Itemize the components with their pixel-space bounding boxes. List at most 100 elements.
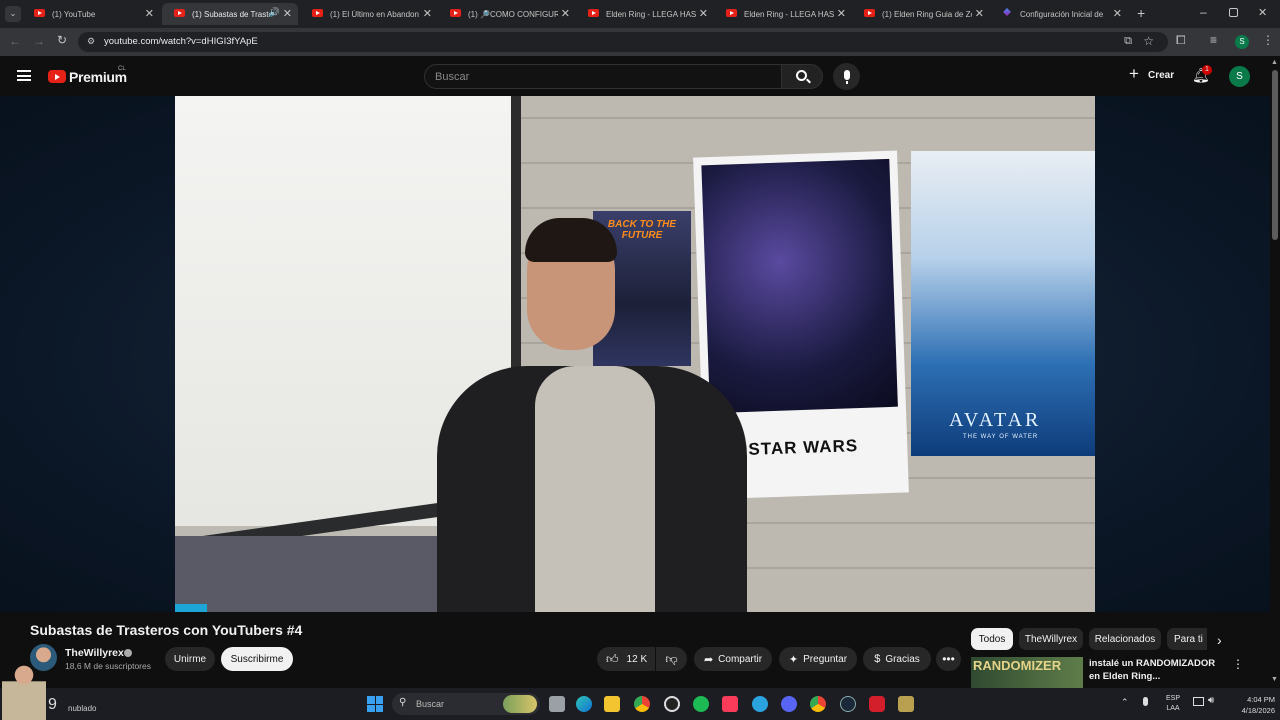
audio-playing-icon[interactable]: 🔊 <box>269 7 280 18</box>
bookmark-star-icon[interactable]: ☆ <box>1143 34 1154 48</box>
site-info-icon[interactable]: ⚙ <box>87 36 95 47</box>
profile-avatar[interactable]: S <box>1235 35 1249 49</box>
task-view-icon[interactable] <box>549 696 565 712</box>
youtube-favicon-icon <box>864 9 875 17</box>
spotify-icon[interactable] <box>693 696 709 712</box>
plus-icon: + <box>1129 64 1139 83</box>
discord-icon[interactable] <box>781 696 797 712</box>
chip-channel[interactable]: TheWillyrex <box>1019 628 1083 650</box>
browser-menu-icon[interactable]: ⋮ <box>1262 33 1274 47</box>
chevron-right-icon[interactable]: › <box>1217 632 1222 648</box>
edge-icon[interactable] <box>576 696 592 712</box>
chip-label: TheWillyrex <box>1024 633 1078 645</box>
chrome-profile-icon[interactable] <box>810 696 826 712</box>
chatgpt-icon[interactable] <box>664 696 680 712</box>
share-button[interactable]: ➦ Compartir <box>694 647 772 671</box>
ask-button[interactable]: ✦ Preguntar <box>779 647 857 671</box>
install-app-icon[interactable]: ⧉ <box>1124 35 1132 48</box>
game-launcher-icon[interactable] <box>898 696 914 712</box>
create-button[interactable]: + Crear <box>1124 64 1176 86</box>
youtube-favicon-icon <box>312 9 323 17</box>
weather-text: nublado <box>68 704 97 713</box>
steam-icon[interactable] <box>840 696 856 712</box>
poster-avatar-title: AVATAR <box>949 409 1042 431</box>
start-button[interactable] <box>367 696 383 712</box>
tab-close-icon[interactable]: ✕ <box>1113 7 1122 20</box>
tab-close-icon[interactable]: ✕ <box>283 7 292 20</box>
tray-overflow-icon[interactable]: ⌃ <box>1121 697 1129 708</box>
tab-search-icon[interactable]: ⌄ <box>5 6 21 22</box>
telegram-icon[interactable] <box>752 696 768 712</box>
clock[interactable]: 4:04 PM 4/18/2026 <box>1225 694 1275 716</box>
tab-close-icon[interactable]: ✕ <box>423 7 432 20</box>
poster-avatar: AVATAR THE WAY OF WATER <box>911 151 1095 456</box>
browser-tab[interactable]: (1) Elden Ring Guia de Zo ✕ <box>852 3 990 25</box>
music-icon[interactable] <box>722 696 738 712</box>
dislike-button[interactable]: 👎︎ <box>656 647 687 671</box>
weather-widget[interactable]: 9 nublado <box>0 660 110 720</box>
tab-close-icon[interactable]: ✕ <box>837 7 846 20</box>
address-bar[interactable]: ⚙ youtube.com/watch?v=dHIGI3fYApE ⧉ ☆ <box>78 32 1168 52</box>
chip-for-you[interactable]: Para ti <box>1167 628 1207 650</box>
notifications-button[interactable]: 🔔︎ 1 <box>1192 65 1212 87</box>
browser-tab[interactable]: Elden Ring - LLEGA HAST ✕ <box>714 3 852 25</box>
reload-icon[interactable]: ↻ <box>57 33 67 47</box>
window-close-icon[interactable]: ✕ <box>1258 6 1267 19</box>
media-controls-icon[interactable]: ≡ <box>1210 33 1217 47</box>
browser-tab[interactable]: Configuración Inicial de ✕ <box>990 3 1128 25</box>
browser-tab-active[interactable]: (1) Subastas de Traste 🔊 ✕ <box>162 3 298 25</box>
browser-tab[interactable]: Elden Ring - LLEGA HAST ✕ <box>576 3 714 25</box>
notification-badge: 1 <box>1202 65 1212 75</box>
file-explorer-icon[interactable] <box>604 696 620 712</box>
channel-name[interactable]: TheWillyrex <box>65 647 124 659</box>
search-button[interactable] <box>781 64 823 89</box>
thanks-button[interactable]: $ Gracias <box>863 647 931 671</box>
page-scrollbar[interactable]: ▲ ▼ <box>1270 56 1280 688</box>
tray-mic-icon[interactable] <box>1143 697 1148 706</box>
network-icon[interactable] <box>1193 697 1204 706</box>
recommendation-thumbnail[interactable]: RANDOMIZER <box>971 657 1083 688</box>
volume-icon[interactable]: 🔊︎ <box>1208 695 1214 706</box>
region-code: CL <box>118 66 126 72</box>
chip-related[interactable]: Relacionados <box>1089 628 1161 650</box>
app-red-icon[interactable] <box>869 696 885 712</box>
more-horizontal-icon: ••• <box>942 652 955 666</box>
scrollbar-thumb[interactable] <box>1272 70 1278 240</box>
rec-more-icon[interactable]: ⋮ <box>1232 657 1244 671</box>
url-text: youtube.com/watch?v=dHIGI3fYApE <box>104 36 258 47</box>
voice-search-button[interactable] <box>833 63 860 90</box>
back-icon[interactable]: ← <box>9 34 21 48</box>
browser-tab[interactable]: (1) YouTube ✕ <box>22 3 160 25</box>
like-button[interactable]: 👍︎ 12 K <box>597 647 655 671</box>
scrollbar-down-icon[interactable]: ▼ <box>1271 676 1278 683</box>
browser-tab[interactable]: (1) 🔎COMO CONFIGUR ✕ <box>438 3 576 25</box>
tab-close-icon[interactable]: ✕ <box>699 7 708 20</box>
extensions-icon[interactable]: ⧠ <box>1176 33 1186 48</box>
user-avatar[interactable]: S <box>1229 66 1250 87</box>
chip-all[interactable]: Todos <box>971 628 1013 650</box>
subscribe-button[interactable]: Suscribirme <box>221 647 293 671</box>
search-icon: ⚲ <box>399 697 407 708</box>
video-player[interactable]: BACK TO THE FUTURE STAR WARS AVATAR THE … <box>175 96 1095 612</box>
language-indicator[interactable]: ESP LAA <box>1163 694 1183 714</box>
recommendation-title[interactable]: instalé un RANDOMIZADOR en Elden Ring... <box>1089 657 1221 683</box>
hamburger-menu-icon[interactable] <box>17 70 31 81</box>
poster-star-wars-text: STAR WARS <box>748 436 859 459</box>
restore-icon[interactable] <box>1229 8 1238 17</box>
join-button[interactable]: Unirme <box>165 647 215 671</box>
lang-primary: ESP <box>1165 695 1180 702</box>
forward-icon[interactable]: → <box>33 34 45 48</box>
scrollbar-up-icon[interactable]: ▲ <box>1271 59 1278 66</box>
more-actions-button[interactable]: ••• <box>936 647 961 671</box>
chrome-icon[interactable] <box>634 696 650 712</box>
tab-close-icon[interactable]: ✕ <box>975 7 984 20</box>
tab-close-icon[interactable]: ✕ <box>145 7 154 20</box>
video-info-area: Subastas de Trasteros con YouTubers #4 T… <box>0 612 1270 688</box>
search-input[interactable]: Buscar <box>424 64 782 89</box>
thumbs-up-icon: 👍︎ <box>606 651 619 666</box>
minimize-icon[interactable]: – <box>1200 5 1207 19</box>
tab-close-icon[interactable]: ✕ <box>561 7 570 20</box>
new-tab-icon[interactable]: + <box>1137 5 1145 21</box>
search-placeholder: Buscar <box>435 71 470 83</box>
browser-tab[interactable]: (1) El Último en Abandon ✕ <box>300 3 438 25</box>
